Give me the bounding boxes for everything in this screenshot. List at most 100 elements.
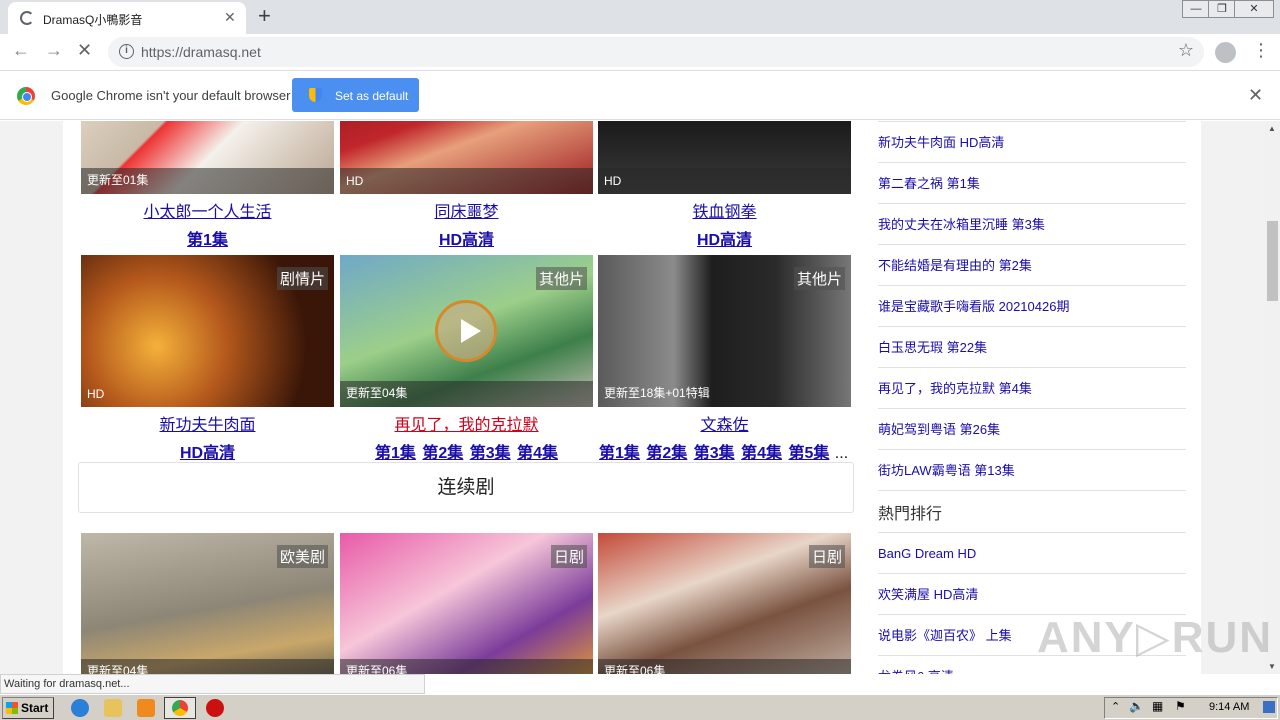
browser-tab[interactable]: DramasQ小鴨影音 ✕ xyxy=(8,2,246,34)
sidebar-latest-item[interactable]: 白玉思无瑕 第22集 xyxy=(878,327,1186,368)
sidebar-hot-item[interactable]: 欢笑满屋 HD高清 xyxy=(878,574,1186,615)
url-text[interactable]: https://dramasq.net xyxy=(141,44,261,60)
video-thumbnail[interactable]: 更新至01集 xyxy=(81,121,334,194)
default-browser-infobar: Google Chrome isn't your default browser… xyxy=(0,71,1280,120)
back-icon[interactable]: ← xyxy=(12,40,30,61)
page-scrollbar[interactable]: ▲ ▼ xyxy=(1265,121,1280,674)
page-viewport: 更新至01集 小太郎一个人生活 第1集 HD 同床噩梦 HD高清 HD 铁血钢拳… xyxy=(0,121,1265,674)
close-window-button[interactable]: ✕ xyxy=(1234,0,1274,18)
video-card[interactable]: 其他片 更新至18集+01特辑 文森佐 第1集 第2集 第3集 第4集 第5集 … xyxy=(598,255,851,463)
episode-link[interactable]: HD高清 xyxy=(439,232,494,249)
video-thumbnail[interactable]: HD xyxy=(340,121,593,194)
file-explorer-icon[interactable] xyxy=(104,699,122,717)
internet-explorer-icon[interactable] xyxy=(71,699,89,717)
episode-link[interactable]: 第4集 xyxy=(741,445,782,462)
profile-avatar[interactable] xyxy=(1215,42,1236,63)
episode-link[interactable]: HD高清 xyxy=(180,445,235,462)
video-thumbnail[interactable]: 欧美剧 更新至04集 xyxy=(81,533,334,674)
episode-link[interactable]: 第1集 xyxy=(187,232,228,249)
play-icon[interactable] xyxy=(435,300,497,362)
loading-spinner-icon xyxy=(20,11,34,25)
scroll-thumb[interactable] xyxy=(1267,221,1278,301)
scroll-up-icon[interactable]: ▲ xyxy=(1268,124,1276,133)
episode-link[interactable]: 第4集 xyxy=(517,445,558,462)
video-thumbnail[interactable]: 其他片 更新至18集+01特辑 xyxy=(598,255,851,407)
more-episodes-indicator: ... xyxy=(834,445,849,462)
sidebar-latest-item[interactable]: 我的丈夫在冰箱里沉睡 第3集 xyxy=(878,204,1186,245)
episode-link[interactable]: HD高清 xyxy=(697,232,752,249)
infobar-close-icon[interactable]: ✕ xyxy=(1248,85,1263,106)
action-center-flag-icon[interactable]: ⚑ xyxy=(1175,699,1186,713)
forward-icon[interactable]: → xyxy=(45,40,63,61)
video-thumbnail[interactable]: 剧情片 HD xyxy=(81,255,334,407)
update-status: HD xyxy=(604,174,622,188)
episode-link[interactable]: 第1集 xyxy=(375,445,416,462)
video-title-link[interactable]: 同床噩梦 xyxy=(340,198,593,222)
episode-link[interactable]: 第2集 xyxy=(646,445,687,462)
video-title-link[interactable]: 小太郎一个人生活 xyxy=(81,198,334,222)
more-menu-icon[interactable]: ⋮ xyxy=(1252,40,1270,61)
episode-link[interactable]: 第3集 xyxy=(470,445,511,462)
stop-loading-icon[interactable]: ✕ xyxy=(77,40,92,61)
new-tab-button[interactable]: + xyxy=(258,3,271,29)
update-status: 更新至04集 xyxy=(346,386,408,400)
video-thumbnail[interactable]: 日剧 更新至06集 xyxy=(340,533,593,674)
category-badge: 其他片 xyxy=(535,267,587,290)
sidebar-latest-item[interactable]: 街坊LAW霸粤语 第13集 xyxy=(878,450,1186,491)
close-tab-icon[interactable]: ✕ xyxy=(224,9,236,26)
video-thumbnail[interactable]: HD xyxy=(598,121,851,194)
episode-link[interactable]: 第2集 xyxy=(422,445,463,462)
maximize-button[interactable]: ❐ xyxy=(1208,0,1236,18)
sidebar-latest-item[interactable]: 谁是宝藏歌手嗨看版 20210426期 xyxy=(878,286,1186,327)
infobar-message: Google Chrome isn't your default browser xyxy=(51,88,291,103)
update-status: 更新至01集 xyxy=(87,173,149,187)
video-card[interactable]: HD 同床噩梦 HD高清 xyxy=(340,121,593,250)
show-desktop-icon[interactable] xyxy=(1263,701,1275,713)
set-as-default-label: Set as default xyxy=(335,89,409,103)
video-card[interactable]: 日剧 更新至06集 xyxy=(340,533,593,674)
network-icon[interactable]: ▦ xyxy=(1152,699,1163,713)
sidebar-latest-item[interactable]: 再见了，我的克拉默 第4集 xyxy=(878,368,1186,409)
update-status: 更新至06集 xyxy=(604,664,666,674)
update-status: 更新至06集 xyxy=(346,664,408,674)
video-card[interactable]: HD 铁血钢拳 HD高清 xyxy=(598,121,851,250)
volume-icon[interactable]: 🔈 xyxy=(1129,699,1144,713)
video-card[interactable]: 欧美剧 更新至04集 xyxy=(81,533,334,674)
address-bar[interactable]: i https://dramasq.net ☆ xyxy=(108,37,1204,67)
episode-link[interactable]: 第3集 xyxy=(694,445,735,462)
sidebar-latest-item[interactable]: 新功夫牛肉面 HD高清 xyxy=(878,122,1186,163)
scroll-down-icon[interactable]: ▼ xyxy=(1268,662,1276,671)
tray-expand-icon[interactable]: ⌃ xyxy=(1111,700,1120,713)
anyrun-watermark: ANY▷RUN xyxy=(1037,613,1274,662)
start-button[interactable]: Start xyxy=(2,697,54,719)
sidebar-latest-item[interactable]: 萌妃驾到粤语 第26集 xyxy=(878,409,1186,450)
sidebar-latest-item[interactable]: 第二春之祸 第1集 xyxy=(878,163,1186,204)
site-info-icon[interactable]: i xyxy=(119,44,134,59)
taskbar-chrome-button[interactable] xyxy=(164,697,196,719)
video-card[interactable]: 其他片 更新至04集 再见了，我的克拉默 第1集 第2集 第3集 第4集 xyxy=(340,255,593,463)
bookmark-star-icon[interactable]: ☆ xyxy=(1178,40,1194,61)
video-title-link[interactable]: 新功夫牛肉面 xyxy=(81,411,334,435)
section-title: 连续剧 xyxy=(78,462,854,513)
video-title-link[interactable]: 铁血钢拳 xyxy=(598,198,851,222)
navigation-bar: ← → ✕ i https://dramasq.net ☆ ⋮ xyxy=(0,34,1280,71)
update-status: 更新至04集 xyxy=(87,664,149,674)
opera-icon[interactable] xyxy=(206,699,224,717)
category-badge: 剧情片 xyxy=(276,267,328,290)
video-card[interactable]: 日剧 更新至06集 xyxy=(598,533,851,674)
media-player-icon[interactable] xyxy=(137,699,155,717)
video-card[interactable]: 剧情片 HD 新功夫牛肉面 HD高清 xyxy=(81,255,334,463)
sidebar-hot-item[interactable]: BanG Dream HD xyxy=(878,533,1186,574)
video-title-link[interactable]: 再见了，我的克拉默 xyxy=(340,411,593,435)
sidebar-latest-item[interactable]: 不能结婚是有理由的 第2集 xyxy=(878,245,1186,286)
set-as-default-button[interactable]: Set as default xyxy=(292,78,419,112)
video-card[interactable]: 更新至01集 小太郎一个人生活 第1集 xyxy=(81,121,334,250)
video-thumbnail[interactable]: 日剧 更新至06集 xyxy=(598,533,851,674)
video-title-link[interactable]: 文森佐 xyxy=(598,411,851,435)
episode-link[interactable]: 第5集 xyxy=(788,445,829,462)
category-badge: 日剧 xyxy=(808,545,845,568)
windows-logo-icon xyxy=(6,702,18,714)
minimize-button[interactable]: — xyxy=(1182,0,1210,18)
episode-link[interactable]: 第1集 xyxy=(599,445,640,462)
video-thumbnail[interactable]: 其他片 更新至04集 xyxy=(340,255,593,407)
